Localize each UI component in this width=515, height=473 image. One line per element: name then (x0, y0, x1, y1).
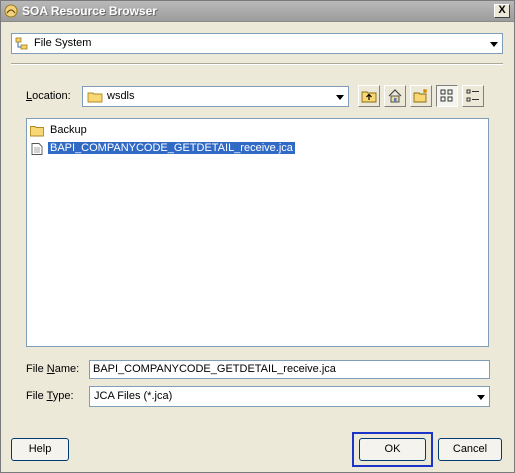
home-icon (388, 89, 402, 103)
new-folder-icon (413, 89, 427, 103)
window-title: SOA Resource Browser (22, 4, 157, 18)
file-icon (31, 143, 43, 155)
close-button[interactable]: X (494, 4, 510, 18)
folder-icon (30, 126, 44, 137)
ok-button[interactable]: OK (359, 438, 426, 461)
location-label: Location: (26, 90, 71, 102)
divider (11, 63, 503, 65)
chevron-down-icon (477, 394, 485, 400)
chevron-down-icon (336, 94, 344, 100)
list-view-button[interactable] (462, 85, 484, 107)
icon-view-button[interactable] (436, 85, 458, 107)
list-view-icon (466, 89, 479, 102)
up-folder-button[interactable] (358, 85, 380, 107)
close-icon: X (498, 4, 506, 16)
file-system-icon (15, 37, 28, 50)
new-folder-button[interactable] (410, 85, 432, 107)
icon-view-icon (440, 89, 453, 102)
app-icon (4, 4, 18, 18)
up-folder-icon (361, 91, 377, 103)
list-item-backup[interactable]: Backup (29, 123, 229, 139)
location-dropdown[interactable]: wsdls (82, 86, 349, 107)
resource-type-dropdown[interactable]: File System (11, 33, 503, 54)
location-value: wsdls (107, 90, 135, 102)
file-list[interactable]: Backup BAPI_COMPANYCODE_GETDETAIL_receiv… (26, 118, 489, 347)
file-name-value: BAPI_COMPANYCODE_GETDETAIL_receive.jca (93, 363, 336, 375)
chevron-down-icon (490, 41, 498, 47)
soa-resource-browser-dialog: SOA Resource Browser X File System Locat… (0, 0, 515, 473)
file-name-field[interactable]: BAPI_COMPANYCODE_GETDETAIL_receive.jca (89, 360, 490, 379)
file-name: Backup (50, 124, 87, 136)
file-type-value: JCA Files (*.jca) (94, 390, 173, 402)
file-type-label: File Type: (26, 390, 74, 402)
file-type-dropdown[interactable]: JCA Files (*.jca) (89, 386, 490, 407)
list-item-jca-file[interactable]: BAPI_COMPANYCODE_GETDETAIL_receive.jca (29, 141, 329, 157)
cancel-button[interactable]: Cancel (438, 438, 502, 461)
home-button[interactable] (384, 85, 406, 107)
file-name: BAPI_COMPANYCODE_GETDETAIL_receive.jca (48, 142, 295, 154)
folder-icon (87, 92, 103, 103)
title-bar[interactable]: SOA Resource Browser X (1, 1, 514, 22)
file-name-label: File Name: (26, 363, 80, 375)
help-button[interactable]: Help (11, 438, 69, 461)
resource-type-value: File System (34, 37, 92, 49)
